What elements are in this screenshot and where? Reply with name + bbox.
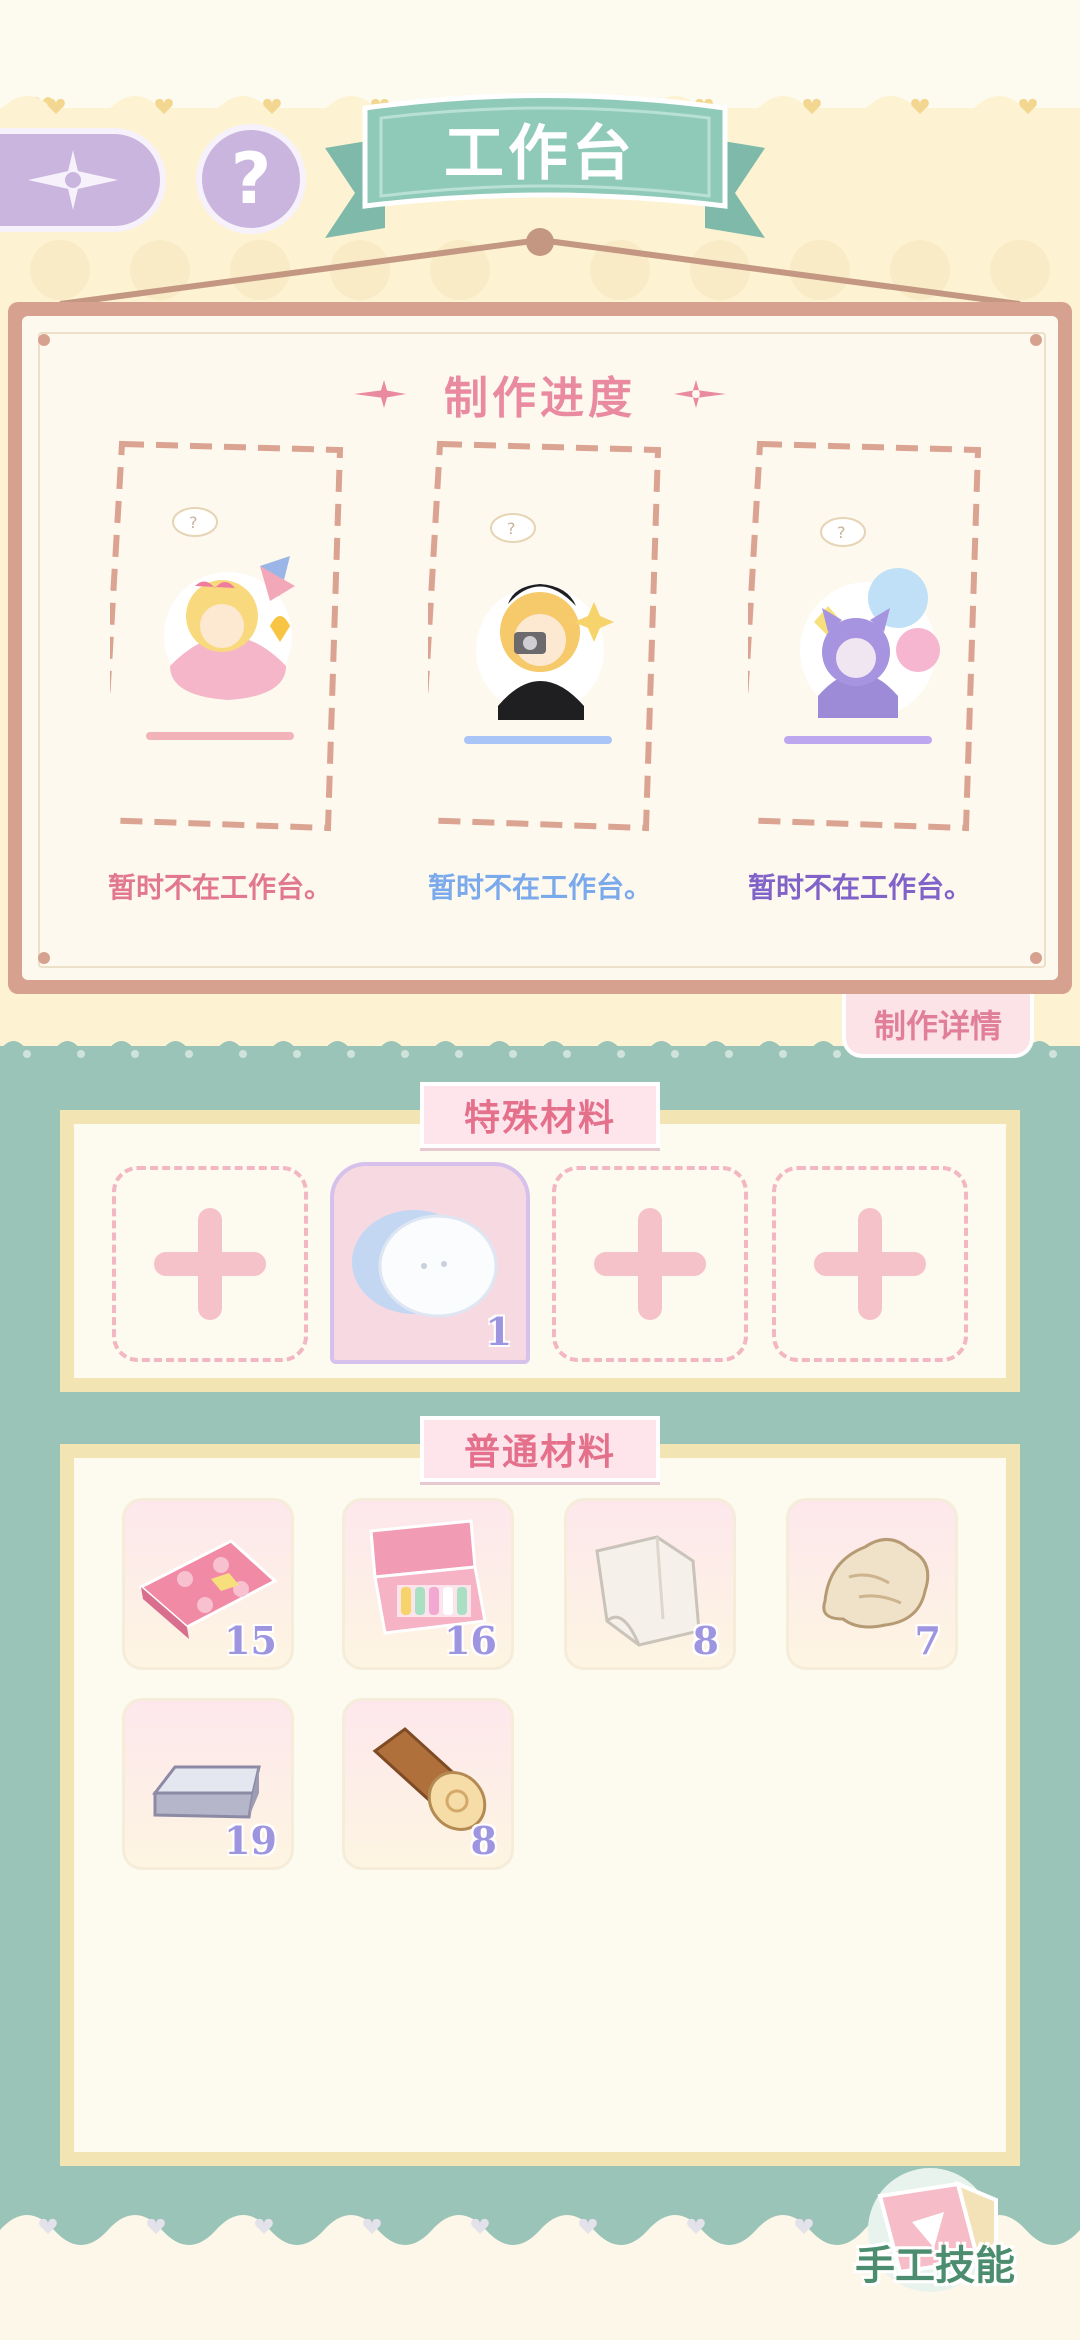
back-button[interactable] [0, 128, 166, 232]
craft-skill-label: 手工技能 [855, 2243, 1015, 2289]
material-item-5[interactable]: 19 [122, 1698, 294, 1870]
page-title: 工作台 [444, 118, 636, 189]
special-slot-2-item[interactable]: 1 [330, 1162, 530, 1364]
slot-1-status: 暂时不在工作台。 [107, 871, 332, 904]
material-item-2[interactable]: 16 [342, 1498, 514, 1670]
plus-icon [154, 1208, 266, 1320]
character-chibi-blonde-camera-icon: ? [464, 513, 614, 744]
crafting-slot-3[interactable]: ? [734, 436, 982, 832]
material-item-3[interactable]: 8 [564, 1498, 736, 1670]
dashed-slot-frame: ? [414, 440, 662, 832]
compass-star-icon [28, 150, 118, 210]
special-slot-4-add[interactable] [772, 1166, 968, 1362]
svg-text:?: ? [837, 523, 846, 542]
character-chibi-pink-icon: ? [146, 507, 295, 740]
svg-text:?: ? [189, 513, 198, 532]
material-item-5-count: 19 [224, 1818, 277, 1863]
plus-icon [594, 1208, 706, 1320]
crafting-slot-2[interactable]: ? [414, 436, 662, 832]
dashed-slot-frame: ? [734, 440, 982, 832]
dashed-slot-frame: ? [96, 440, 344, 832]
special-slot-2-count: 1 [485, 1309, 512, 1354]
slot-3-status: 暂时不在工作台。 [747, 871, 972, 904]
sparkle-right-icon [674, 380, 726, 408]
material-item-3-count: 8 [692, 1618, 719, 1663]
crafting-details-button[interactable]: 制作详情 [842, 994, 1034, 1058]
help-button[interactable]: ? [196, 124, 306, 234]
character-chibi-purple-cat-icon: ? [784, 517, 940, 744]
material-item-2-count: 16 [444, 1618, 497, 1663]
slot-2-status: 暂时不在工作台。 [427, 871, 652, 904]
crafting-slot-1[interactable]: ? [96, 436, 344, 832]
material-item-4[interactable]: 7 [786, 1498, 958, 1670]
plus-icon [814, 1208, 926, 1320]
material-item-6-count: 8 [470, 1818, 497, 1863]
material-item-1[interactable]: 15 [122, 1498, 294, 1670]
material-item-6[interactable]: 8 [342, 1698, 514, 1870]
normal-materials-title: 普通材料 [420, 1416, 660, 1482]
svg-text:?: ? [507, 519, 516, 538]
special-slot-3-add[interactable] [552, 1166, 748, 1362]
material-item-1-count: 15 [224, 1618, 277, 1663]
special-materials-title: 特殊材料 [420, 1082, 660, 1148]
special-slot-1-add[interactable] [112, 1166, 308, 1362]
material-item-4-count: 7 [914, 1618, 941, 1663]
help-label: ? [230, 138, 272, 220]
